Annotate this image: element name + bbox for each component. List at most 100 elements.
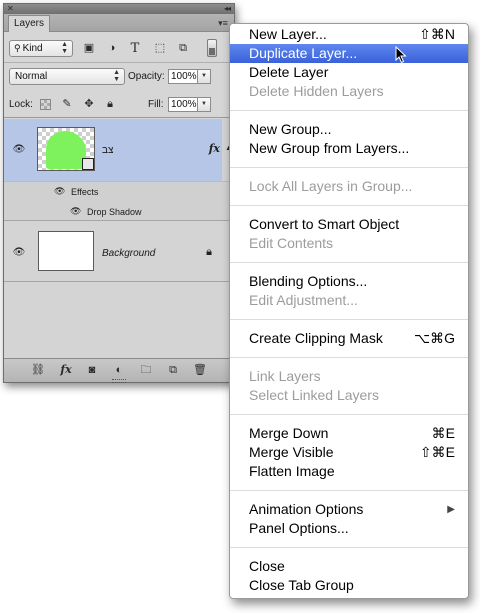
menu-item-close-tab-group[interactable]: Close Tab Group xyxy=(230,576,468,595)
adjustment-icon[interactable]: ◐ xyxy=(111,363,127,377)
menu-separator xyxy=(230,414,468,415)
menu-item-merge-down[interactable]: Merge Down ⌘E xyxy=(230,424,468,443)
menu-item-label: Panel Options... xyxy=(249,520,349,536)
link-layers-icon[interactable]: ⛓︎ xyxy=(30,363,46,377)
panel-title-strip[interactable]: ✕ ◂◂ xyxy=(4,4,234,14)
menu-separator xyxy=(230,547,468,548)
menu-item-label: Delete Hidden Layers xyxy=(249,83,384,99)
layers-panel: ✕ ◂◂ Layers ▾≡ ⚲ Kind ▲ ▼ ▣ ◑ T ⬚ ⧉ Normal… xyxy=(3,3,235,383)
lock-position-icon[interactable]: ✥ xyxy=(82,97,96,111)
menu-item-convert-to-smart-object[interactable]: Convert to Smart Object xyxy=(230,215,468,234)
trash-icon[interactable]: 🗑︎ xyxy=(192,363,208,377)
menu-item-delete-hidden-layers: Delete Hidden Layers xyxy=(230,82,468,101)
tab-layers[interactable]: Layers xyxy=(8,15,50,32)
menu-item-label: Link Layers xyxy=(249,368,321,384)
layer-row-background[interactable]: 👁︎ Background 🔒︎ xyxy=(4,222,234,282)
new-layer-icon[interactable]: ⧉ xyxy=(165,363,181,377)
menu-item-label: Blending Options... xyxy=(249,273,368,289)
menu-separator xyxy=(230,167,468,168)
menu-item-flatten-image[interactable]: Flatten Image xyxy=(230,462,468,481)
layer-thumbnail[interactable] xyxy=(37,127,95,171)
lock-icon: 🔒︎ xyxy=(206,246,212,258)
pixel-filter-icon[interactable]: ▣ xyxy=(82,42,96,55)
filter-row: ⚲ Kind ▲ ▼ ▣ ◑ T ⬚ ⧉ xyxy=(4,33,234,63)
kind-filter-select[interactable]: ⚲ Kind ▲ ▼ xyxy=(9,40,73,57)
menu-item-select-linked-layers: Select Linked Layers xyxy=(230,386,468,405)
visibility-eye-icon[interactable]: 👁︎ xyxy=(11,144,27,156)
menu-item-new-layer[interactable]: New Layer... ⇧⌘N xyxy=(230,25,468,44)
menu-separator xyxy=(230,110,468,111)
menu-item-label: Merge Down xyxy=(249,425,329,441)
opacity-field[interactable]: 100% xyxy=(168,69,198,84)
visibility-eye-icon[interactable]: 👁︎ xyxy=(11,247,27,259)
submenu-arrow-icon: ▶ xyxy=(447,504,455,515)
lock-all-icon[interactable]: 🔒︎ xyxy=(103,97,117,111)
close-icon[interactable]: ✕ xyxy=(7,4,14,14)
menu-item-blending-options[interactable]: Blending Options... xyxy=(230,272,468,291)
menu-item-shortcut: ⇧⌘N xyxy=(419,26,455,42)
shape-filter-icon[interactable]: ⬚ xyxy=(153,42,167,55)
lock-row: Lock: ✎ ✥ 🔒︎ Fill: 100% ▼ xyxy=(4,92,234,118)
menu-item-label: Lock All Layers in Group... xyxy=(249,178,413,194)
layer-row-selected[interactable]: 👁︎ צב fx xyxy=(4,119,222,181)
menu-item-create-clipping-mask[interactable]: Create Clipping Mask ⌥⌘G xyxy=(230,329,468,348)
opacity-label: Opacity: xyxy=(128,71,165,82)
kind-filter-label: Kind xyxy=(22,43,43,54)
updown-icon: ▲ ▼ xyxy=(113,69,120,83)
layer-effects-group: 👁︎ Effects 👁︎ Drop Shadow xyxy=(4,181,234,221)
menu-item-label: Convert to Smart Object xyxy=(249,216,400,232)
layer-name[interactable]: צב xyxy=(102,145,113,156)
collapse-icon[interactable]: ◂◂ xyxy=(224,4,231,14)
menu-item-label: Edit Contents xyxy=(249,235,334,251)
blend-row: Normal ▲ ▼ Opacity: 100% ▼ xyxy=(4,64,234,90)
type-filter-icon[interactable]: T xyxy=(128,42,142,55)
lock-transparent-pixels-icon[interactable] xyxy=(40,99,51,110)
panel-bottom-toolbar: ⛓︎ fx ◙ ◐ 🗀︎ ⧉ 🗑︎ xyxy=(4,358,234,383)
menu-item-animation-options[interactable]: Animation Options ▶ xyxy=(230,500,468,519)
layers-list: 👁︎ צב fx ▲ 👁︎ Effects 👁︎ Drop Shadow 👁︎ … xyxy=(4,119,234,359)
menu-item-merge-visible[interactable]: Merge Visible ⇧⌘E xyxy=(230,443,468,462)
menu-item-delete-layer[interactable]: Delete Layer xyxy=(230,63,468,82)
effect-item-drop-shadow[interactable]: Drop Shadow xyxy=(87,207,142,217)
fx-badge-icon[interactable]: fx xyxy=(209,142,220,155)
menu-item-duplicate-layer[interactable]: Duplicate Layer... xyxy=(230,44,468,63)
lock-image-pixels-icon[interactable]: ✎ xyxy=(60,97,74,111)
fill-label: Fill: xyxy=(148,99,164,110)
layer-name[interactable]: Background xyxy=(102,248,155,259)
effects-eye-icon[interactable]: 👁︎ xyxy=(54,186,65,197)
opacity-dropdown-button[interactable]: ▼ xyxy=(198,69,211,84)
menu-separator xyxy=(230,490,468,491)
menu-item-link-layers: Link Layers xyxy=(230,367,468,386)
search-icon: ⚲ xyxy=(14,43,21,53)
menu-item-new-group-from-layers[interactable]: New Group from Layers... xyxy=(230,139,468,158)
menu-item-label: Create Clipping Mask xyxy=(249,330,383,346)
menu-item-shortcut: ⌥⌘G xyxy=(413,330,455,346)
menu-item-close[interactable]: Close xyxy=(230,557,468,576)
adjustment-filter-icon[interactable]: ◑ xyxy=(105,42,119,55)
mask-icon[interactable]: ◙ xyxy=(84,363,100,377)
mouse-cursor-icon xyxy=(395,46,407,64)
resize-grip[interactable] xyxy=(112,379,126,383)
group-folder-icon[interactable]: 🗀︎ xyxy=(138,363,154,377)
menu-item-label: Merge Visible xyxy=(249,444,334,460)
menu-item-shortcut: ⌘E xyxy=(431,425,455,441)
menu-item-label: New Layer... xyxy=(249,26,327,42)
fx-icon[interactable]: fx xyxy=(58,363,74,377)
background-thumbnail[interactable] xyxy=(38,231,94,271)
layer-thumbnail-content xyxy=(46,131,86,169)
menu-item-edit-adjustment: Edit Adjustment... xyxy=(230,291,468,310)
effects-label[interactable]: Effects xyxy=(71,187,98,197)
smart-object-filter-icon[interactable]: ⧉ xyxy=(176,42,190,55)
blend-mode-select[interactable]: Normal ▲ ▼ xyxy=(9,68,125,85)
menu-item-label: Close xyxy=(249,558,285,574)
menu-item-new-group[interactable]: New Group... xyxy=(230,120,468,139)
fill-dropdown-button[interactable]: ▼ xyxy=(198,97,211,112)
menu-item-label: Duplicate Layer... xyxy=(249,45,358,61)
drop-shadow-eye-icon[interactable]: 👁︎ xyxy=(70,206,81,217)
blend-mode-value: Normal xyxy=(15,71,48,82)
menu-item-label: Delete Layer xyxy=(249,64,329,80)
menu-item-panel-options[interactable]: Panel Options... xyxy=(230,519,468,538)
panel-flyout-menu: New Layer... ⇧⌘N Duplicate Layer... Delete … xyxy=(229,23,469,599)
fill-field[interactable]: 100% xyxy=(168,97,198,112)
filter-toggle-switch[interactable] xyxy=(207,39,217,57)
